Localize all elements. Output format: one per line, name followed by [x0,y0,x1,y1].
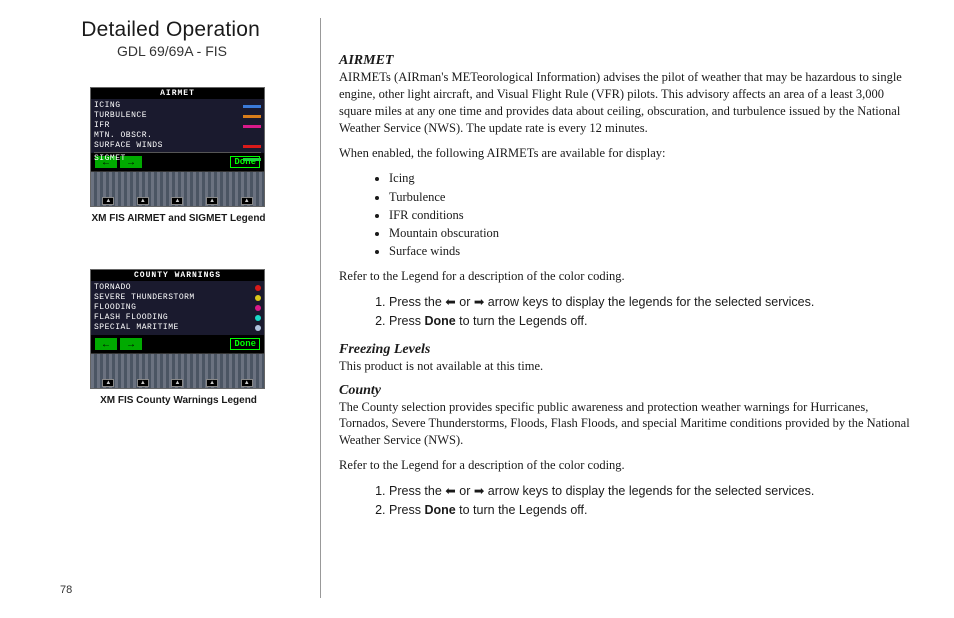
body-paragraph: This product is not available at this ti… [339,358,919,375]
left-arrow-icon: ⬅ [445,295,455,309]
softkey[interactable]: ▲ [102,197,114,205]
page-number: 78 [60,584,72,596]
left-arrow-icon: ⬅ [445,484,455,498]
step-item: Press the ⬅ or ➡ arrow keys to display t… [389,293,919,312]
softkey[interactable]: ▲ [241,379,253,387]
left-arrow-button[interactable]: ← [95,338,117,350]
body-paragraph: When enabled, the following AIRMETs are … [339,145,919,162]
softkey[interactable]: ▲ [137,197,149,205]
step-item: Press Done to turn the Legends off. [389,312,919,331]
list-item: Turbulence [389,188,919,206]
figure-caption: XM FIS AIRMET and SIGMET Legend [90,213,267,224]
softkey[interactable]: ▲ [137,379,149,387]
softkey[interactable]: ▲ [206,379,218,387]
airmet-bullet-list: Icing Turbulence IFR conditions Mountain… [389,169,919,260]
panel-title: COUNTY WARNINGS [91,270,264,281]
step-list: Press the ⬅ or ➡ arrow keys to display t… [389,482,919,521]
panel-title: AIRMET [91,88,264,99]
softkey[interactable]: ▲ [171,197,183,205]
page-subtitle: GDL 69/69A - FIS [30,43,320,59]
done-button[interactable]: Done [230,338,260,350]
body-paragraph: Refer to the Legend for a description of… [339,457,919,474]
section-heading-freezing: Freezing Levels [339,342,919,358]
section-heading-county: County [339,383,919,399]
softkey[interactable]: ▲ [171,379,183,387]
right-arrow-icon: ➡ [474,484,484,498]
list-item: Mountain obscuration [389,224,919,242]
figure-airmet-legend: AIRMET ICING TURBULENCE IFR MTN. OBSCR. … [90,87,320,224]
figure-caption: XM FIS County Warnings Legend [90,395,267,406]
right-arrow-icon: ➡ [474,295,484,309]
right-arrow-button[interactable]: → [120,338,142,350]
step-list: Press the ⬅ or ➡ arrow keys to display t… [389,293,919,332]
step-item: Press Done to turn the Legends off. [389,501,919,520]
page-title: Detailed Operation [30,18,320,42]
section-heading-airmet: AIRMET [339,53,919,69]
list-item: IFR conditions [389,206,919,224]
list-item: Icing [389,169,919,187]
step-item: Press the ⬅ or ➡ arrow keys to display t… [389,482,919,501]
softkey[interactable]: ▲ [241,197,253,205]
body-paragraph: AIRMETs (AIRman's METeorological Informa… [339,69,919,137]
body-paragraph: Refer to the Legend for a description of… [339,268,919,285]
softkey[interactable]: ▲ [102,379,114,387]
body-paragraph: The County selection provides specific p… [339,399,919,450]
softkey[interactable]: ▲ [206,197,218,205]
figure-county-legend: COUNTY WARNINGS TORNADO SEVERE THUNDERST… [90,269,320,406]
list-item: Surface winds [389,242,919,260]
